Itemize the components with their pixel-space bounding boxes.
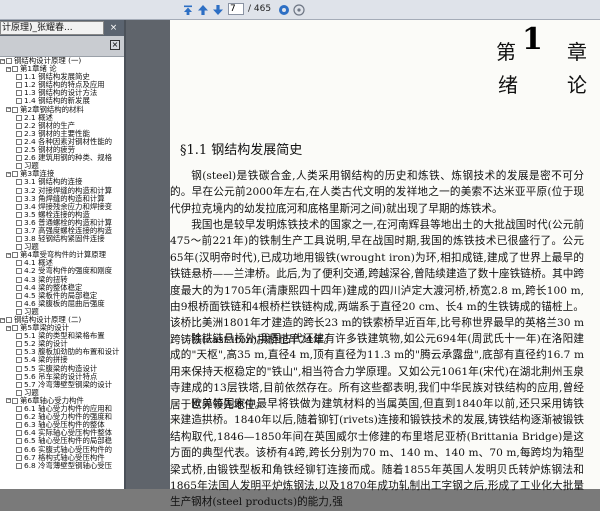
page-icon	[16, 155, 22, 162]
section-title: §1.1 钢结构发展简史	[180, 143, 303, 158]
tab-close-icon[interactable]: ×	[108, 23, 119, 33]
page-icon	[16, 430, 22, 437]
outline-item[interactable]: − 第2章钢结构的材料	[0, 105, 124, 114]
tree-toggle-icon[interactable]: −	[6, 398, 11, 404]
circle-grey-icon	[292, 3, 305, 16]
page-icon	[16, 227, 22, 234]
page-icon	[16, 446, 22, 453]
tree-toggle-icon[interactable]: −	[0, 58, 5, 64]
outline-panel-header: ×	[0, 36, 124, 57]
tree-toggle-icon[interactable]: −	[6, 171, 11, 177]
page-icon	[16, 349, 22, 356]
outline-item[interactable]: 5.7 冷弯薄壁型钢梁的设计	[0, 380, 124, 389]
page-icon	[16, 454, 22, 461]
folder-icon	[12, 397, 18, 404]
outline-item[interactable]: 习题	[0, 162, 124, 170]
outline-item[interactable]: 6.8 冷弯薄壁型钢轴心受压	[0, 460, 124, 470]
outline-item[interactable]: 3.8 轻钢结构紧固件连接	[0, 235, 124, 243]
page-icon	[16, 373, 22, 380]
page-icon	[16, 203, 22, 210]
page-icon	[16, 462, 22, 469]
page-icon	[16, 187, 22, 194]
page-icon	[16, 389, 22, 396]
paragraph-1: 钢(steel)是铁碳合金,人类采用钢结构的历史和炼铁、炼钢技术的发展是密不可分…	[170, 170, 584, 215]
page-icon	[16, 406, 22, 413]
outline-item[interactable]: 2.6 建筑用钢的种类、规格	[0, 154, 124, 162]
first-page-button[interactable]	[181, 3, 194, 16]
options-button[interactable]	[292, 3, 305, 16]
chapter-word-left: 第	[496, 42, 516, 64]
page-icon	[16, 90, 22, 97]
page-icon	[16, 292, 22, 299]
folder-icon	[6, 58, 12, 64]
tree-toggle-icon[interactable]: −	[6, 66, 11, 72]
folder-icon	[12, 66, 18, 73]
page-icon	[16, 211, 22, 218]
page-icon	[16, 365, 22, 372]
panel-close-icon[interactable]: ×	[110, 40, 120, 50]
page-icon	[16, 284, 22, 291]
page-icon	[16, 98, 22, 105]
tab-bar: 计原理)_张耀春... ×	[0, 20, 124, 36]
page-icon	[16, 333, 22, 340]
outline-item[interactable]: 4.6 梁腹板的屈曲后强度	[0, 299, 124, 308]
page-icon	[16, 147, 22, 154]
toolbar: / 465	[0, 0, 600, 20]
chapter-word-right: 章	[567, 42, 587, 64]
page-icon	[16, 300, 22, 307]
chapter-title-left: 绪	[498, 75, 518, 97]
page-icon	[16, 163, 22, 170]
outline-tree: − 钢结构设计原理 (一) − 第1章绪 论 1.1 钢结构发展简史 1.2 钢结构的特点…	[0, 57, 124, 489]
page-icon	[16, 138, 22, 145]
paragraph-2: 我国也是较早发明炼铁技术的国家之一,在河南辉县等地出土的大批战国时代(公元前47…	[170, 219, 584, 346]
page-icon	[16, 74, 22, 81]
page-icon	[16, 381, 22, 388]
page-icon	[16, 438, 22, 445]
outline-item-label: 6.8 冷弯薄壁型钢轴心受压	[24, 460, 113, 470]
page-icon	[16, 122, 22, 129]
page-icon	[16, 179, 22, 186]
page-icon	[16, 422, 22, 429]
paragraph-4: 欧美等国家中最早将铁做为建筑材料的当属英国,但直到1840年以前,还只采用铸铁来…	[170, 398, 584, 509]
page-icon	[16, 268, 22, 275]
first-page-icon	[183, 5, 192, 15]
page-icon	[16, 236, 22, 243]
page-icon	[16, 82, 22, 89]
folder-icon	[12, 252, 18, 259]
page-gutter	[126, 20, 170, 489]
next-page-button[interactable]	[211, 3, 224, 16]
page-icon	[16, 130, 22, 137]
page-number-input[interactable]	[228, 3, 244, 15]
chapter-title-right: 论	[567, 75, 587, 97]
outline-item[interactable]: − 钢结构设计原理 (一)	[0, 57, 124, 65]
arrow-up-icon	[197, 4, 208, 15]
folder-icon	[12, 171, 18, 178]
prev-page-button[interactable]	[196, 3, 209, 16]
tree-toggle-icon[interactable]: −	[6, 107, 11, 113]
page-icon	[16, 308, 22, 315]
circle-blue-icon	[278, 4, 289, 15]
page-icon	[16, 341, 22, 348]
page-icon	[16, 114, 22, 121]
tree-toggle-icon[interactable]: −	[6, 252, 11, 258]
folder-icon	[12, 106, 18, 113]
page-icon	[16, 260, 22, 267]
folder-icon	[12, 325, 18, 332]
tree-toggle-icon[interactable]: −	[0, 317, 5, 323]
folder-icon	[6, 317, 12, 323]
page-icon	[16, 219, 22, 226]
page-total-label: / 465	[248, 4, 272, 14]
page-icon	[16, 195, 22, 202]
tree-toggle-icon[interactable]: −	[6, 325, 11, 331]
page-icon	[16, 244, 22, 251]
arrow-down-icon	[212, 4, 223, 15]
chapter-number: 1	[522, 22, 543, 57]
zoom-button[interactable]	[277, 3, 290, 16]
outline-item[interactable]: − 第4章受弯构件的计算原理	[0, 251, 124, 259]
page-icon	[16, 414, 22, 421]
page-icon	[16, 276, 22, 283]
document-tab[interactable]: 计原理)_张耀春...	[0, 21, 104, 35]
page-icon	[16, 357, 22, 364]
